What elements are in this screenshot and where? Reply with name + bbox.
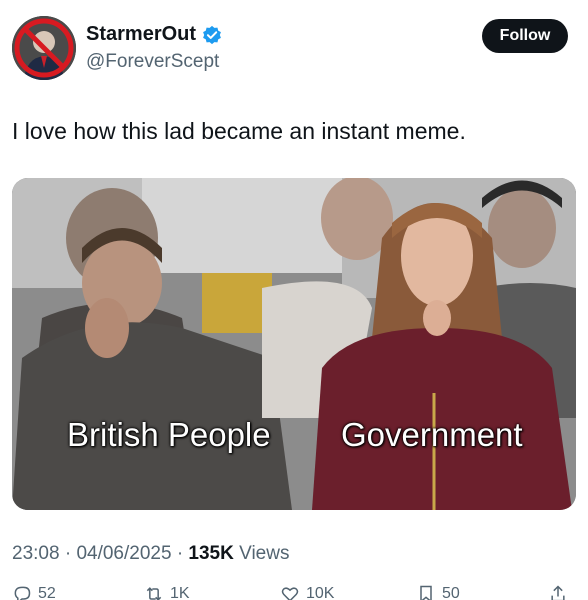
share-icon xyxy=(551,585,565,600)
bookmark-icon xyxy=(420,585,432,600)
meme-image xyxy=(12,178,576,510)
reply-count: 52 xyxy=(38,585,56,600)
user-handle[interactable]: @ForeverScept xyxy=(86,51,219,73)
follow-button[interactable]: Follow xyxy=(482,19,568,53)
tweet-text: I love how this lad became an instant me… xyxy=(12,118,466,144)
verified-badge-icon xyxy=(202,25,222,45)
meta-separator: · xyxy=(176,543,184,564)
display-name[interactable]: StarmerOut xyxy=(86,23,196,46)
views-label: Views xyxy=(239,543,290,564)
tweet-meta: 23:08 · 04/06/2025 · 135K Views xyxy=(12,543,289,565)
tweet-image[interactable]: British People Government xyxy=(12,178,576,510)
avatar-icon xyxy=(12,16,76,80)
name-row: StarmerOut xyxy=(86,23,222,46)
repost-icon xyxy=(146,587,162,600)
views-count: 135K xyxy=(188,543,234,564)
tweet-date[interactable]: 04/06/2025 xyxy=(76,543,171,564)
meme-label-left: British People xyxy=(67,416,271,453)
like-button[interactable]: 10K xyxy=(280,584,334,600)
bookmark-button[interactable]: 50 xyxy=(416,584,460,600)
tweet-actions: 52 1K 10K 50 xyxy=(12,584,568,600)
meme-label-right: Government xyxy=(341,416,523,453)
meta-separator: · xyxy=(64,543,72,564)
reply-button[interactable]: 52 xyxy=(12,584,56,600)
tweet-time[interactable]: 23:08 xyxy=(12,543,60,564)
like-count: 10K xyxy=(306,585,335,600)
bookmark-count: 50 xyxy=(442,585,460,600)
reply-icon xyxy=(14,586,31,600)
heart-icon xyxy=(281,587,299,600)
tweet-header: StarmerOut @ForeverScept Follow xyxy=(12,16,568,80)
repost-button[interactable]: 1K xyxy=(144,584,190,600)
avatar[interactable] xyxy=(12,16,76,80)
repost-count: 1K xyxy=(170,585,190,600)
share-button[interactable] xyxy=(548,584,568,600)
